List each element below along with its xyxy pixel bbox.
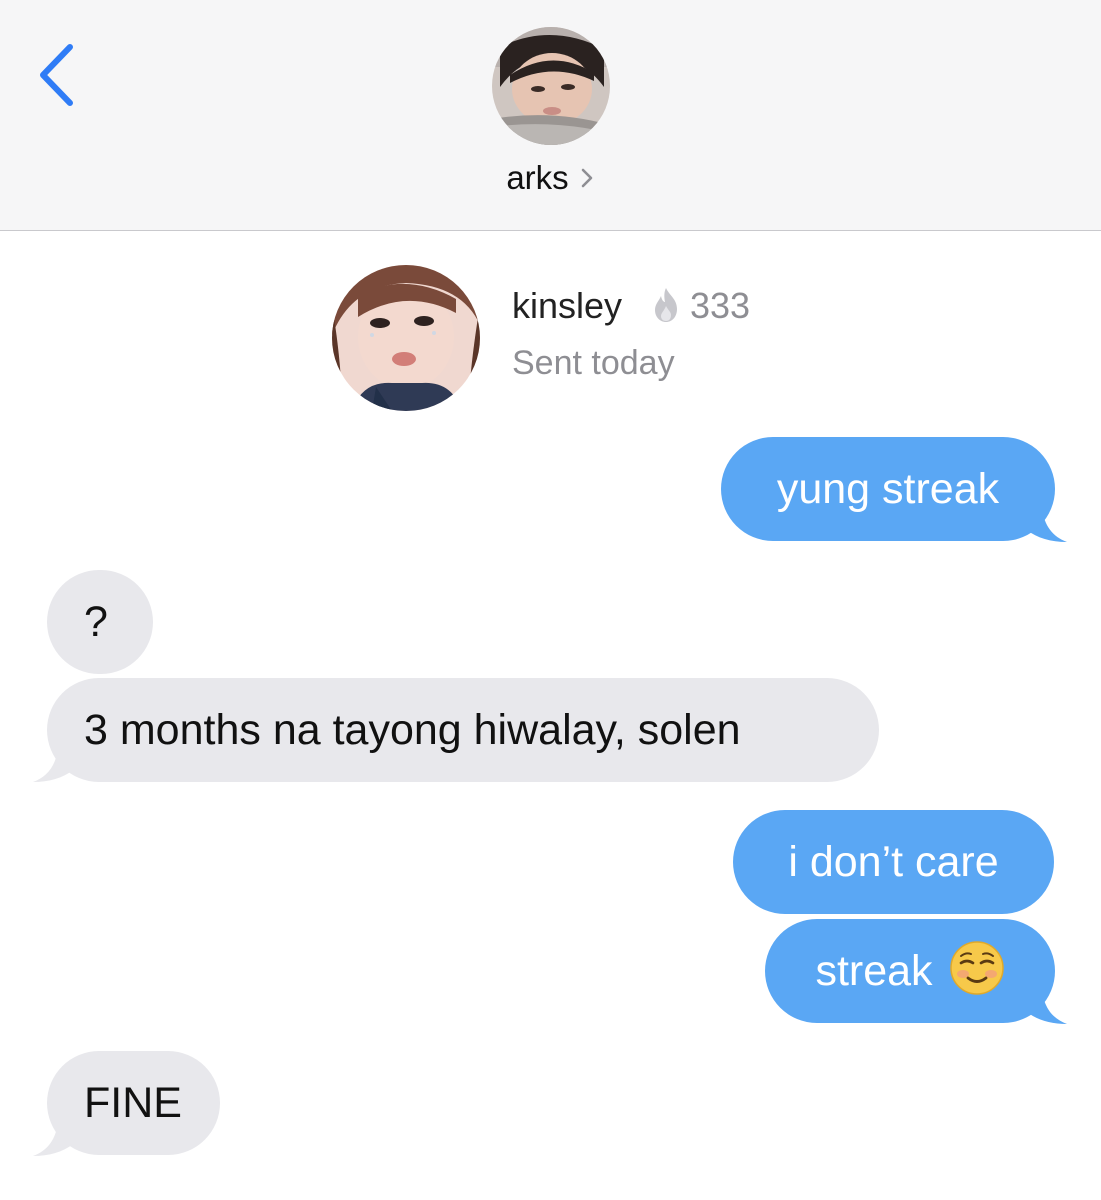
smiling-face-icon (949, 941, 1004, 995)
message-text: 3 months na tayong hiwalay, solen (84, 706, 741, 754)
message-bubble-incoming[interactable]: FINE (47, 1051, 220, 1155)
chevron-left-icon (40, 44, 73, 106)
message-bubble-incoming[interactable]: ? (47, 570, 153, 674)
message-bubble-incoming[interactable]: 3 months na tayong hiwalay, solen (47, 678, 879, 782)
attachment-username: kinsley (512, 285, 623, 326)
streak-count: 333 (690, 285, 751, 326)
message-text: streak (815, 947, 933, 995)
message-text: i don’t care (788, 838, 999, 886)
contact-name-button[interactable]: arks (0, 156, 1101, 200)
contact-name: arks (506, 159, 569, 196)
attachment-subtitle: Sent today (512, 344, 675, 382)
conversation-header: arks (0, 0, 1101, 231)
chevron-right-icon (581, 168, 592, 188)
message-bubble-outgoing[interactable]: yung streak (721, 437, 1055, 541)
contact-avatar[interactable] (492, 27, 610, 145)
streak-badge: 333 (650, 283, 750, 329)
flame-icon (655, 288, 677, 322)
message-text: FINE (84, 1079, 182, 1127)
message-text: ? (84, 598, 108, 646)
message-bubble-outgoing[interactable]: i don’t care (733, 810, 1054, 914)
message-text: yung streak (776, 465, 1000, 513)
message-bubble-outgoing[interactable]: streak (765, 919, 1055, 1023)
back-button[interactable] (22, 30, 92, 120)
shared-post-card[interactable]: kinsley 333 Sent today (332, 265, 832, 415)
attachment-avatar (332, 265, 480, 411)
